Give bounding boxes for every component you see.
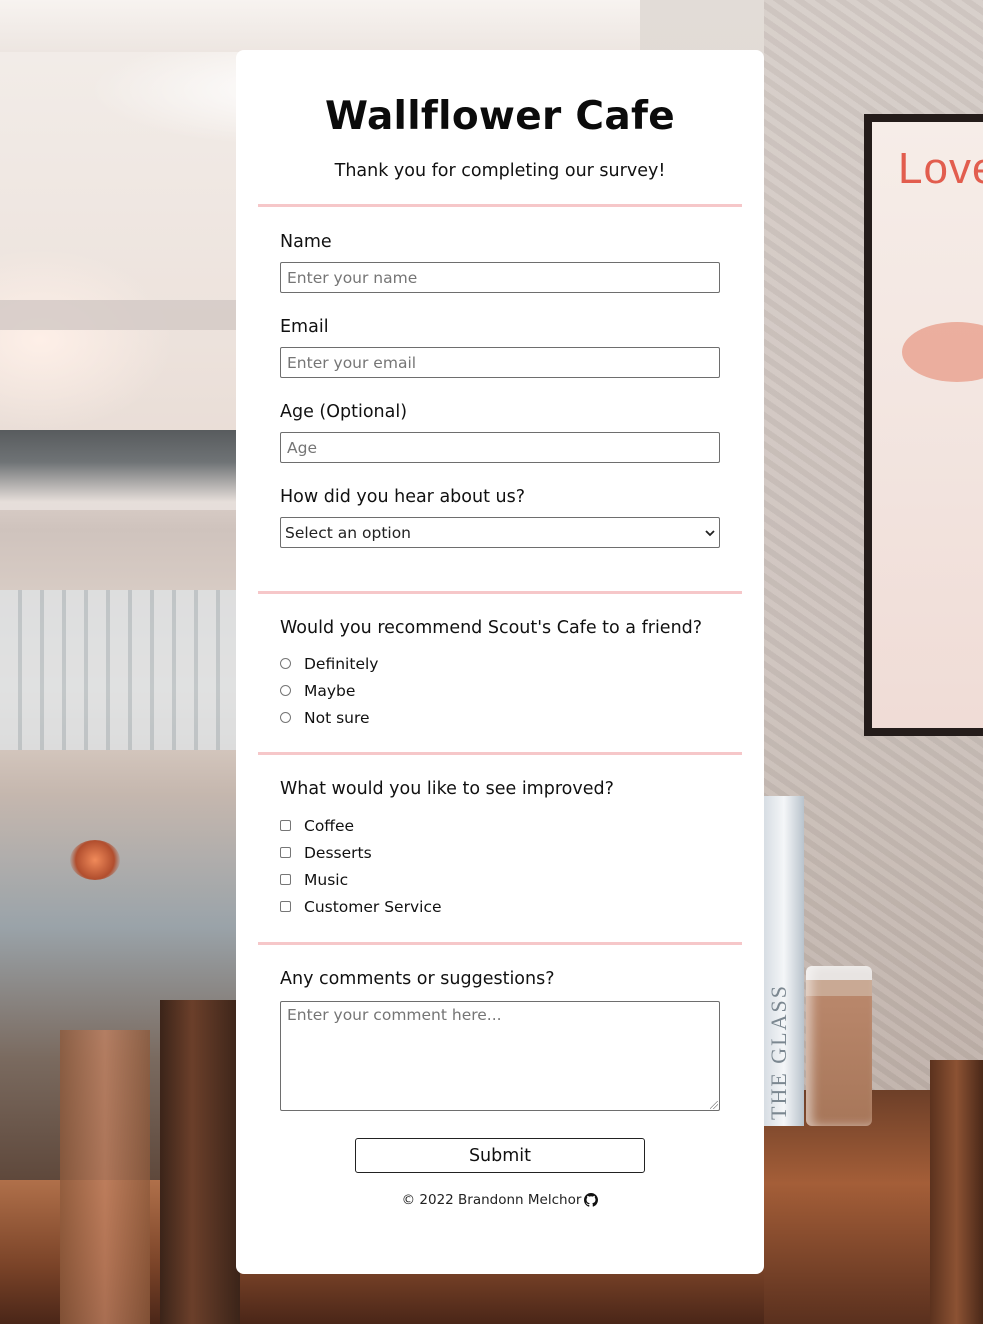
background-sugar-jar: [806, 966, 872, 1126]
background-chair-right: [930, 1060, 983, 1324]
recommend-question: Would you recommend Scout's Cafe to a fr…: [280, 618, 703, 638]
radio-button[interactable]: [280, 712, 291, 723]
resize-handle-icon[interactable]: [710, 1101, 718, 1109]
recommend-options: Definitely Maybe Not sure: [280, 650, 720, 731]
email-input[interactable]: [280, 347, 720, 378]
name-label: Name: [280, 232, 332, 252]
submit-button[interactable]: Submit: [355, 1138, 645, 1173]
checkbox[interactable]: [280, 820, 291, 831]
radio-label: Definitely: [304, 654, 379, 673]
section-divider: [258, 204, 742, 207]
recommend-section: Would you recommend Scout's Cafe to a fr…: [258, 617, 742, 731]
checkbox-option-customer-service[interactable]: Customer Service: [280, 893, 720, 920]
radio-option-not-sure[interactable]: Not sure: [280, 704, 720, 731]
checkbox-label: Customer Service: [304, 897, 442, 916]
radio-button[interactable]: [280, 658, 291, 669]
background-book-title: THE GLASS: [766, 984, 791, 1120]
source-select-value: Select an option: [285, 523, 412, 542]
age-input[interactable]: [280, 432, 720, 463]
checkbox-option-music[interactable]: Music: [280, 866, 720, 893]
submit-row: Submit: [258, 1138, 742, 1173]
source-label: How did you hear about us?: [280, 487, 525, 507]
radio-option-maybe[interactable]: Maybe: [280, 677, 720, 704]
improve-section: What would you like to see improved? Cof…: [258, 778, 742, 920]
background-poster: Love: [872, 122, 983, 728]
background-window: [0, 590, 240, 750]
background-poster-text: Love: [898, 144, 983, 193]
chevron-down-icon: [705, 526, 715, 540]
checkbox-label: Music: [304, 870, 349, 889]
comments-textarea-wrapper: [280, 1001, 720, 1111]
checkbox-option-coffee[interactable]: Coffee: [280, 812, 720, 839]
radio-label: Maybe: [304, 681, 356, 700]
page-title: Wallflower Cafe: [325, 94, 675, 139]
comments-question: Any comments or suggestions?: [280, 969, 555, 989]
section-divider: [258, 591, 742, 594]
background-poster-frame: Love: [864, 114, 983, 736]
personal-info-section: Name Email Age (Optional) How did you he…: [258, 231, 742, 548]
checkbox[interactable]: [280, 847, 291, 858]
background-ceiling: [0, 0, 640, 52]
footer: © 2022 Brandonn Melchor: [258, 1192, 742, 1208]
checkbox-option-desserts[interactable]: Desserts: [280, 839, 720, 866]
source-select[interactable]: Select an option: [280, 517, 720, 548]
comments-textarea[interactable]: [280, 1001, 720, 1111]
page-subtitle: Thank you for completing our survey!: [334, 161, 666, 181]
survey-card: Wallflower Cafe Thank you for completing…: [236, 50, 764, 1274]
github-icon[interactable]: [584, 1193, 599, 1207]
comments-section: Any comments or suggestions?: [258, 968, 742, 1111]
section-divider: [258, 752, 742, 755]
background-beam: [0, 300, 240, 330]
checkbox[interactable]: [280, 874, 291, 885]
section-divider: [258, 942, 742, 945]
checkbox[interactable]: [280, 901, 291, 912]
checkbox-label: Coffee: [304, 816, 355, 835]
footer-copyright: © 2022 Brandonn Melchor: [401, 1192, 582, 1208]
improve-question: What would you like to see improved?: [280, 779, 614, 799]
background-chair: [60, 1000, 240, 1324]
name-input[interactable]: [280, 262, 720, 293]
checkbox-label: Desserts: [304, 843, 372, 862]
radio-label: Not sure: [304, 708, 370, 727]
email-label: Email: [280, 317, 329, 337]
radio-option-definitely[interactable]: Definitely: [280, 650, 720, 677]
age-label: Age (Optional): [280, 402, 408, 422]
background-lamp: [70, 840, 120, 880]
improve-options: Coffee Desserts Music Customer Service: [280, 812, 720, 920]
radio-button[interactable]: [280, 685, 291, 696]
background-shelf: [0, 430, 240, 510]
